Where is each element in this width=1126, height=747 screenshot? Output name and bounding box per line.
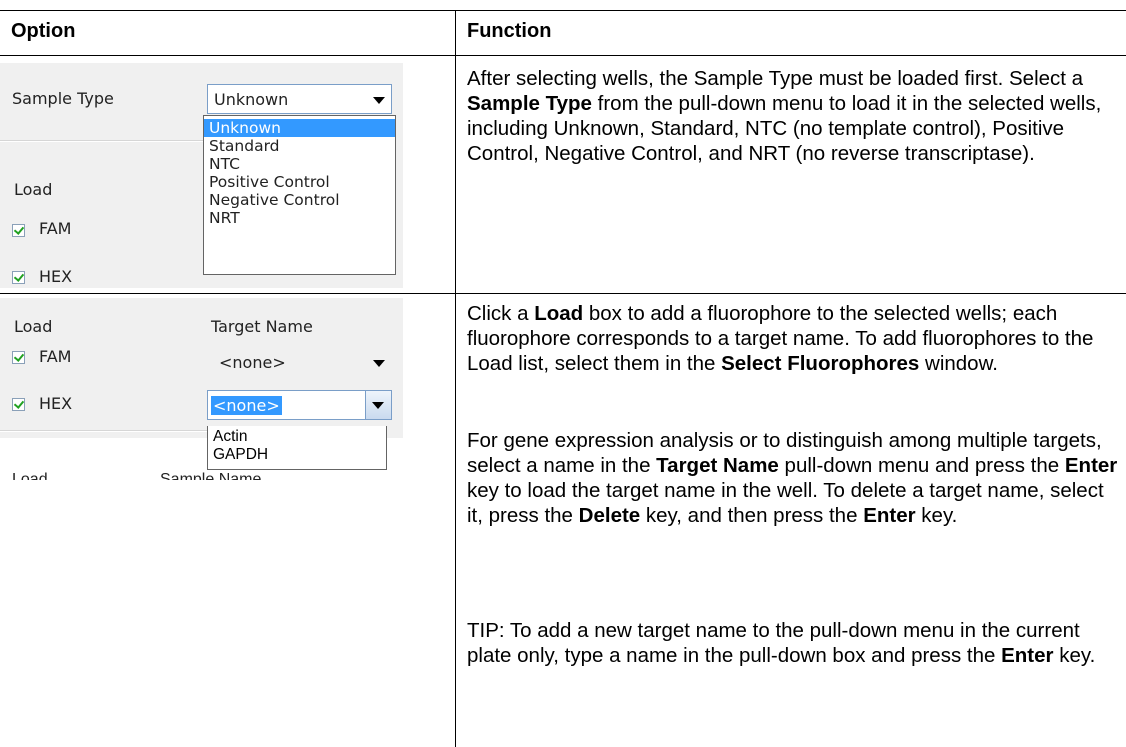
- hex-target-dropdown[interactable]: <none>: [207, 390, 392, 420]
- table-top-rule: [0, 10, 1126, 11]
- bold-term: Delete: [578, 504, 641, 527]
- hex-target-value: <none>: [211, 396, 282, 415]
- hex-label: HEX: [39, 267, 73, 286]
- chevron-down-icon: [373, 360, 385, 367]
- header-function: Function: [467, 20, 552, 42]
- bold-term: Enter: [863, 504, 916, 527]
- fam-target-value: <none>: [219, 353, 286, 372]
- option-unknown[interactable]: Unknown: [204, 119, 395, 137]
- cut-sample-name-label: Sample Name: [160, 471, 262, 480]
- load-description: Click a Load box to add a fluorophore to…: [467, 301, 1119, 376]
- row1-bottom-rule: [0, 293, 1126, 294]
- option-positive-control[interactable]: Positive Control: [204, 173, 395, 191]
- option-gapdh[interactable]: GAPDH: [208, 446, 386, 464]
- text: Click a: [467, 302, 535, 325]
- sample-type-panel: Sample Type Unknown Load FAM HEX Unknown…: [0, 63, 403, 288]
- load-label: Load: [14, 317, 53, 336]
- target-name-description: For gene expression analysis or to disti…: [467, 428, 1119, 528]
- column-divider: [455, 10, 456, 747]
- chevron-down-icon: [372, 402, 384, 409]
- panel-separator-highlight: [0, 141, 207, 142]
- target-name-options: Actin GAPDH: [207, 426, 387, 470]
- target-name-panel: Load Target Name FAM <none> HEX <none>: [0, 298, 403, 438]
- chevron-down-icon: [373, 97, 385, 104]
- option-actin[interactable]: Actin: [208, 428, 386, 446]
- tip-description: TIP: To add a new target name to the pul…: [467, 618, 1119, 668]
- option-nrt[interactable]: NRT: [204, 209, 395, 227]
- fam-label: FAM: [39, 347, 72, 366]
- header-bottom-rule: [0, 55, 1126, 56]
- text: After selecting wells, the Sample Type m…: [467, 67, 1084, 90]
- text: key.: [1053, 644, 1096, 667]
- cut-load-label: Load: [12, 471, 48, 480]
- panel-separator-highlight: [0, 431, 207, 432]
- cut-off-row: Load Sample Name: [0, 471, 403, 480]
- fam-target-dropdown[interactable]: <none>: [207, 347, 392, 377]
- sample-type-value: Unknown: [214, 90, 289, 109]
- text: key.: [915, 504, 958, 527]
- sample-type-label: Sample Type: [12, 89, 114, 108]
- text: window.: [919, 352, 998, 375]
- dropdown-button[interactable]: [365, 391, 391, 419]
- bold-term: Target Name: [656, 454, 779, 477]
- option-negative-control[interactable]: Negative Control: [204, 191, 395, 209]
- fam-checkbox[interactable]: [12, 351, 25, 364]
- option-standard[interactable]: Standard: [204, 137, 395, 155]
- hex-checkbox[interactable]: [12, 271, 25, 284]
- fam-label: FAM: [39, 219, 72, 238]
- text: key, and then press the: [640, 504, 864, 527]
- sample-type-dropdown[interactable]: Unknown: [207, 84, 392, 114]
- fam-checkbox[interactable]: [12, 224, 25, 237]
- text: TIP: To add a new target name to the pul…: [467, 619, 1080, 667]
- bold-term: Enter: [1064, 454, 1118, 477]
- option-ntc[interactable]: NTC: [204, 155, 395, 173]
- load-label: Load: [14, 180, 53, 199]
- sample-type-options: Unknown Standard NTC Positive Control Ne…: [203, 115, 396, 275]
- bold-term: Load: [534, 302, 584, 325]
- bold-term: Enter: [1001, 644, 1054, 667]
- sample-type-description: After selecting wells, the Sample Type m…: [467, 66, 1119, 166]
- text: pull-down menu and press the: [778, 454, 1065, 477]
- bold-term: Select Fluorophores: [721, 352, 920, 375]
- hex-checkbox[interactable]: [12, 398, 25, 411]
- hex-label: HEX: [39, 394, 73, 413]
- bold-term: Sample Type: [467, 92, 592, 115]
- header-option: Option: [11, 20, 76, 42]
- target-name-label: Target Name: [211, 317, 313, 336]
